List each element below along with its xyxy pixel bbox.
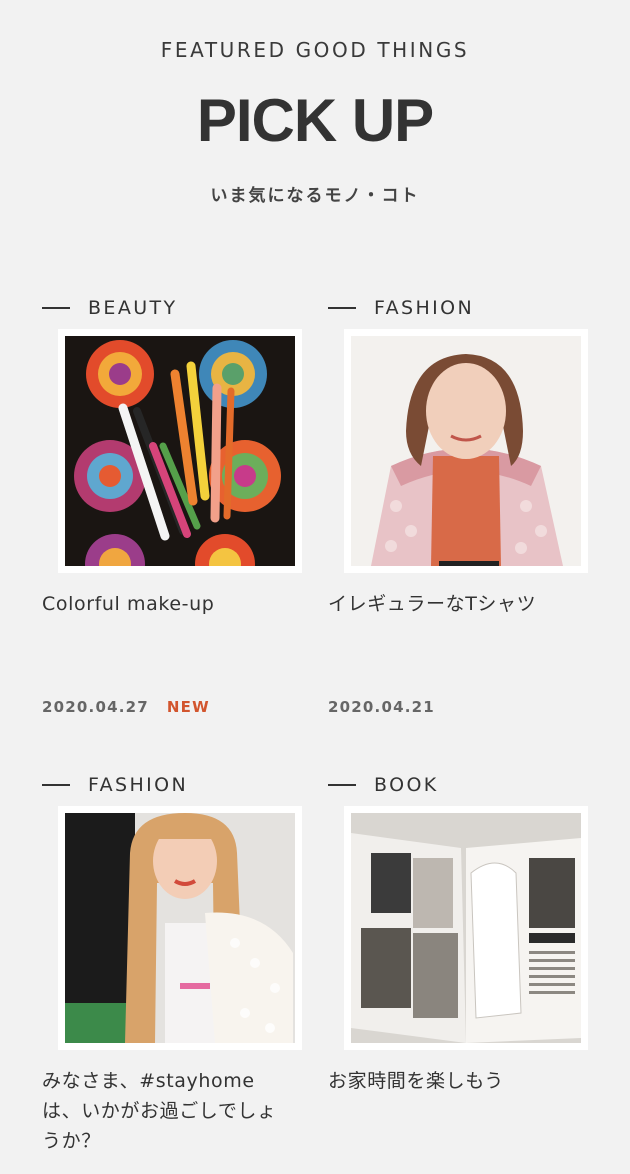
category-label: BOOK bbox=[328, 771, 439, 799]
article-date: 2020.04.21 bbox=[328, 698, 435, 716]
image-irregular-tshirt bbox=[351, 336, 581, 566]
article-title[interactable]: お家時間を楽しもう bbox=[328, 1066, 598, 1096]
article-meta: 2020.04.21 bbox=[328, 698, 435, 716]
article-thumbnail[interactable] bbox=[344, 329, 588, 573]
image-stayhome bbox=[65, 813, 295, 1043]
image-magazine bbox=[351, 813, 581, 1043]
new-badge: NEW bbox=[166, 698, 210, 716]
dash-icon bbox=[328, 307, 356, 309]
dash-icon bbox=[42, 307, 70, 309]
article-thumbnail[interactable] bbox=[344, 806, 588, 1050]
article-title[interactable]: イレギュラーなTシャツ bbox=[328, 589, 598, 619]
section-eyebrow: FEATURED GOOD THINGS bbox=[160, 38, 470, 62]
page-title: PICK UP bbox=[196, 87, 434, 154]
article-thumbnail[interactable] bbox=[58, 806, 302, 1050]
section-subtitle: いま気になるモノ・コト bbox=[210, 186, 420, 206]
image-colorful-makeup bbox=[65, 336, 295, 566]
category-label: BEAUTY bbox=[42, 294, 178, 322]
article-title[interactable]: みなさま、#stayhome は、いかがお過ごしでしょうか？ bbox=[42, 1066, 282, 1156]
article-meta: 2020.04.27 NEW bbox=[42, 698, 210, 716]
article-thumbnail[interactable] bbox=[58, 329, 302, 573]
category-label: FASHION bbox=[42, 771, 188, 799]
category-label: FASHION bbox=[328, 294, 474, 322]
article-date: 2020.04.27 bbox=[42, 698, 149, 716]
article-title[interactable]: Colorful make-up bbox=[42, 589, 312, 619]
dash-icon bbox=[328, 784, 356, 786]
dash-icon bbox=[42, 784, 70, 786]
